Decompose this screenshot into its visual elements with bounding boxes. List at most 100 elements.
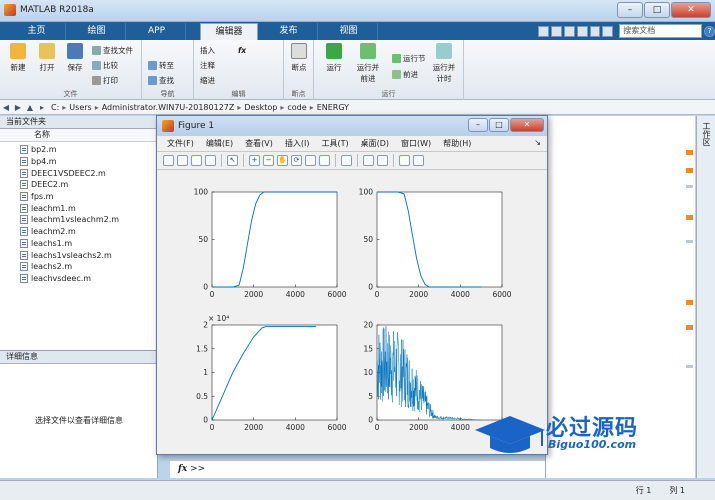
advance-button[interactable]: 前进 [392, 68, 418, 80]
list-item[interactable]: DEEC2.m [20, 179, 157, 191]
tab-view[interactable]: 视图 [320, 23, 378, 40]
list-item[interactable]: leachvsdeec.m [20, 273, 157, 285]
undo-quick-icon[interactable] [589, 25, 601, 37]
help-icon[interactable]: ? [704, 25, 715, 37]
menu-desktop[interactable]: 桌面(D) [361, 138, 389, 149]
data-cursor-icon[interactable] [305, 155, 316, 166]
undock-icon[interactable]: ↘ [534, 138, 541, 147]
figure-maximize-button[interactable]: □ [489, 118, 509, 132]
forward-icon[interactable]: ▶ [12, 103, 24, 112]
list-item[interactable]: fps.m [20, 191, 157, 203]
list-item[interactable]: leachm1.m [20, 202, 157, 214]
code-analyzer-marker[interactable] [686, 168, 693, 173]
zoom-in-icon[interactable]: + [249, 155, 260, 166]
run-section-button[interactable]: 运行节 [392, 52, 426, 64]
list-item[interactable]: bp2.m [20, 144, 157, 156]
comment-button[interactable]: 注释 [200, 59, 215, 71]
list-item[interactable]: leachs1.m [20, 238, 157, 250]
figure-close-button[interactable]: ✕ [510, 118, 544, 132]
compare-button[interactable]: 比较 [92, 59, 118, 71]
code-analyzer-marker[interactable] [686, 150, 693, 155]
run-and-time-button[interactable]: 运行并 计时 [430, 43, 458, 84]
maximize-button[interactable]: □ [644, 2, 670, 18]
command-window[interactable]: fx >> [170, 460, 545, 478]
menu-file[interactable]: 文件(F) [167, 138, 194, 149]
x-tick-label: 4000 [286, 423, 305, 432]
code-analyzer-marker[interactable] [686, 185, 693, 188]
code-analyzer-marker[interactable] [686, 325, 693, 330]
menu-window[interactable]: 窗口(W) [401, 138, 431, 149]
breakpoints-button[interactable]: 断点 [285, 43, 313, 73]
tab-plots[interactable]: 绘图 [68, 23, 126, 40]
cut-quick-icon[interactable] [550, 25, 562, 37]
figure-minimize-button[interactable]: – [468, 118, 488, 132]
insert-legend-icon[interactable] [377, 155, 388, 166]
tab-apps[interactable]: APP [128, 23, 186, 40]
tab-home[interactable]: 主页 [8, 23, 66, 40]
new-figure-icon[interactable] [163, 155, 174, 166]
browse-folder-icon[interactable]: ▸ [36, 103, 48, 112]
copy-quick-icon[interactable] [563, 25, 575, 37]
redo-quick-icon[interactable] [602, 25, 614, 37]
goto-button[interactable]: 转至 [148, 59, 174, 71]
tab-editor[interactable]: 编辑器 [200, 23, 258, 40]
print-figure-icon[interactable] [205, 155, 216, 166]
print-button[interactable]: 打印 [92, 74, 118, 86]
new-button[interactable]: 新建 [4, 43, 32, 73]
run-and-advance-icon [360, 43, 376, 59]
breadcrumb-desktop[interactable]: Desktop [244, 103, 277, 112]
hide-plot-tools-icon[interactable] [399, 155, 410, 166]
breadcrumb-user[interactable]: Administrator.WIN7U-20180127Z [102, 103, 235, 112]
code-analyzer-marker[interactable] [686, 240, 693, 243]
menu-help[interactable]: 帮助(H) [443, 138, 471, 149]
close-button[interactable]: ✕ [671, 2, 711, 18]
save-quick-icon[interactable] [538, 25, 549, 37]
code-analyzer-marker[interactable] [686, 300, 693, 305]
back-icon[interactable]: ◀ [0, 103, 12, 112]
menu-edit[interactable]: 编辑(E) [206, 138, 233, 149]
fx-button[interactable]: fx [238, 44, 246, 56]
run-button[interactable]: 运行 [320, 43, 348, 73]
find-files-button[interactable]: 查找文件 [92, 44, 133, 56]
save-figure-icon[interactable] [191, 155, 202, 166]
list-item[interactable]: bp4.m [20, 156, 157, 168]
list-item[interactable]: leachs2.m [20, 261, 157, 273]
breadcrumb-drive[interactable]: C: [51, 103, 59, 112]
open-file-icon[interactable] [177, 155, 188, 166]
list-item[interactable]: leachs1vsleachs2.m [20, 249, 157, 261]
pan-icon[interactable]: ✋ [277, 155, 288, 166]
list-item[interactable]: leachm2.m [20, 226, 157, 238]
breadcrumb-energy[interactable]: ENERGY [317, 103, 349, 112]
edit-plot-icon[interactable]: ↖ [227, 155, 238, 166]
run-and-advance-button[interactable]: 运行并 前进 [354, 43, 382, 84]
paste-quick-icon[interactable] [576, 25, 588, 37]
search-docs-input[interactable]: 搜索文档 [619, 24, 703, 38]
list-item[interactable]: leachm1vsleachm2.m [20, 214, 157, 226]
code-analyzer-marker[interactable] [686, 215, 693, 220]
insert-colorbar-icon[interactable] [363, 155, 374, 166]
minimize-button[interactable]: – [617, 2, 643, 18]
save-button[interactable]: 保存 [61, 43, 89, 73]
indent-button[interactable]: 缩进 [200, 74, 215, 86]
menu-insert[interactable]: 插入(I) [285, 138, 310, 149]
find-button[interactable]: 查找 [148, 74, 174, 86]
name-column-header[interactable]: 名称 [0, 129, 157, 142]
up-folder-icon[interactable]: ▲ [24, 103, 36, 112]
breadcrumb-code[interactable]: code [287, 103, 306, 112]
zoom-out-icon[interactable]: − [263, 155, 274, 166]
show-plot-tools-icon[interactable] [413, 155, 424, 166]
open-button[interactable]: 打开 [33, 43, 61, 73]
menu-tools[interactable]: 工具(T) [321, 138, 348, 149]
fx-icon[interactable]: fx [178, 464, 187, 474]
insert-button[interactable]: 插入 [200, 44, 215, 56]
menu-view[interactable]: 查看(V) [245, 138, 273, 149]
workspace-tab[interactable]: 工作区 [696, 116, 715, 478]
brush-icon[interactable] [319, 155, 330, 166]
code-analyzer-marker[interactable] [686, 365, 693, 368]
tab-publish[interactable]: 发布 [260, 23, 318, 40]
x-tick-label: 4000 [451, 290, 470, 299]
link-plot-icon[interactable] [341, 155, 352, 166]
list-item[interactable]: DEEC1VSDEEC2.m [20, 167, 157, 179]
rotate-3d-icon[interactable]: ⟳ [291, 155, 302, 166]
breadcrumb-users[interactable]: Users [69, 103, 91, 112]
